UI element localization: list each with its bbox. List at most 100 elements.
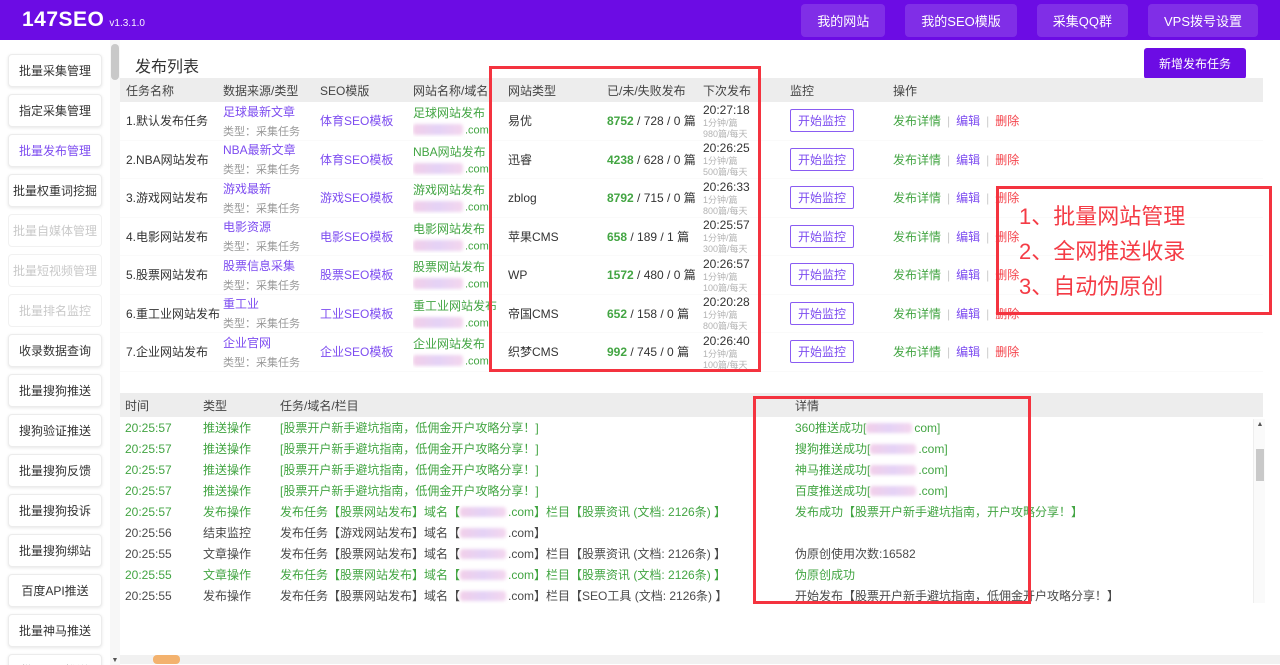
publish-detail-link[interactable]: 发布详情: [893, 191, 941, 205]
header-nav-item[interactable]: 采集QQ群: [1036, 3, 1128, 37]
blurred-domain: [413, 239, 463, 251]
delete-link[interactable]: 删除: [995, 153, 1019, 167]
seo-template-link[interactable]: 体育SEO模板: [320, 114, 393, 128]
edit-link[interactable]: 编辑: [956, 230, 980, 244]
sidebar-item[interactable]: 批量神马推送: [8, 614, 102, 647]
log-type: 结束监控: [203, 526, 252, 540]
site-cell: 重工业网站发布 .com: [413, 297, 508, 330]
publish-detail-link[interactable]: 发布详情: [893, 114, 941, 128]
header-nav-item[interactable]: 我的网站: [801, 3, 886, 37]
log-time: 20:25:55: [125, 546, 172, 561]
start-monitor-button[interactable]: 开始监控: [790, 147, 855, 171]
action-separator: |: [986, 306, 990, 321]
data-source-link[interactable]: 电影资源: [223, 220, 271, 234]
data-source-link[interactable]: 足球最新文章: [223, 105, 295, 119]
sidebar-item: 批量排名监控: [8, 294, 102, 327]
log-scrollbar[interactable]: ▲: [1253, 419, 1265, 603]
delete-link[interactable]: 删除: [995, 114, 1019, 128]
app-header: 147SEO v1.3.1.0 我的网站 我的SEO模版 采集QQ群 VPS拨号设置: [0, 0, 1280, 40]
seo-template-cell: 电影SEO模板: [320, 228, 413, 245]
edit-link[interactable]: 编辑: [956, 345, 980, 359]
sidebar-item[interactable]: 批量搜狗绑站: [8, 534, 102, 567]
publish-rate: 1分钟/篇: [703, 194, 738, 205]
seo-template-link[interactable]: 游戏SEO模板: [320, 191, 393, 205]
start-monitor-button[interactable]: 开始监控: [790, 263, 855, 287]
edit-link[interactable]: 编辑: [956, 307, 980, 321]
brand-version: v1.3.1.0: [109, 18, 145, 29]
log-time: 20:25:55: [125, 588, 172, 603]
new-publish-task-button[interactable]: 新增发布任务: [1143, 48, 1246, 79]
data-source-link[interactable]: 股票信息采集: [223, 259, 295, 273]
sidebar-item[interactable]: 批量采集管理: [8, 54, 102, 87]
sidebar-scrollbar[interactable]: ▼: [110, 40, 120, 665]
column-header: 数据来源/类型: [223, 83, 299, 98]
data-source-type: 类型：采集任务: [223, 241, 300, 254]
seo-template-link[interactable]: 股票SEO模板: [320, 268, 393, 282]
monitor-cell: 开始监控: [790, 263, 893, 287]
edit-link[interactable]: 编辑: [956, 191, 980, 205]
scroll-up-icon[interactable]: ▲: [1254, 421, 1266, 428]
horizontal-scrollbar[interactable]: [120, 655, 1280, 664]
sidebar-item[interactable]: 指定采集管理: [8, 94, 102, 127]
log-task: [股票开户新手避坑指南，低佣金开户攻略分享！]: [280, 442, 539, 456]
start-monitor-button[interactable]: 开始监控: [790, 186, 855, 210]
publish-detail-link[interactable]: 发布详情: [893, 345, 941, 359]
task-name: 1.默认发布任务: [126, 114, 209, 129]
publish-detail-link[interactable]: 发布详情: [893, 268, 941, 282]
start-monitor-button[interactable]: 开始监控: [790, 224, 855, 248]
column-header: SEO模版: [320, 83, 370, 98]
start-monitor-button[interactable]: 开始监控: [790, 109, 855, 133]
next-publish-time: 20:25:57: [703, 218, 750, 233]
delete-link[interactable]: 删除: [995, 230, 1019, 244]
horizontal-scrollbar-thumb[interactable]: [153, 655, 180, 664]
sidebar-item: 批量短视频管理: [8, 254, 102, 287]
sidebar-item[interactable]: 收录数据查询: [8, 334, 102, 367]
log-type: 发布操作: [203, 505, 252, 519]
scroll-down-icon[interactable]: ▼: [110, 657, 120, 664]
sidebar-item[interactable]: 批量搜狗推送: [8, 374, 102, 407]
data-source-link[interactable]: NBA最新文章: [223, 143, 296, 157]
sidebar-item[interactable]: 批量权重词挖掘: [8, 174, 102, 207]
sidebar-item[interactable]: 批量360推送: [8, 654, 102, 665]
site-cell: 股票网站发布 .com: [413, 258, 508, 291]
delete-link[interactable]: 删除: [995, 345, 1019, 359]
seo-template-link[interactable]: 工业SEO模板: [320, 307, 393, 321]
published-count: 1572: [607, 268, 634, 283]
edit-link[interactable]: 编辑: [956, 153, 980, 167]
data-source-cell: 电影资源类型：采集任务: [223, 218, 320, 254]
column-header: 详情: [795, 398, 820, 413]
publish-counts: 658 / 189 / 1 篇: [607, 229, 690, 244]
start-monitor-button[interactable]: 开始监控: [790, 301, 855, 325]
delete-link[interactable]: 删除: [995, 307, 1019, 321]
delete-link[interactable]: 删除: [995, 191, 1019, 205]
data-source-link[interactable]: 游戏最新: [223, 182, 271, 196]
start-monitor-button[interactable]: 开始监控: [790, 340, 855, 364]
data-source-link[interactable]: 企业官网: [223, 336, 271, 350]
header-nav-item[interactable]: 我的SEO模版: [905, 3, 1017, 37]
publish-detail-link[interactable]: 发布详情: [893, 153, 941, 167]
column-header: 网站类型: [508, 83, 557, 98]
seo-template-cell: 股票SEO模板: [320, 266, 413, 283]
log-scrollbar-thumb[interactable]: [1256, 449, 1264, 481]
sidebar-item[interactable]: 批量搜狗反馈: [8, 454, 102, 487]
sidebar-item[interactable]: 批量发布管理: [8, 134, 102, 167]
seo-template-link[interactable]: 企业SEO模板: [320, 345, 393, 359]
seo-template-link[interactable]: 体育SEO模板: [320, 153, 393, 167]
site-domain: .com: [413, 239, 502, 253]
sidebar-item[interactable]: 批量搜狗投诉: [8, 494, 102, 527]
header-nav-item[interactable]: VPS拨号设置: [1147, 3, 1258, 37]
data-source-cell: 股票信息采集 类型：采集任务: [223, 257, 320, 293]
delete-link[interactable]: 删除: [995, 268, 1019, 282]
data-source-link[interactable]: 重工业: [223, 297, 259, 311]
edit-link[interactable]: 编辑: [956, 268, 980, 282]
sidebar-item[interactable]: 百度API推送: [8, 574, 102, 607]
publish-counts: 8752 / 728 / 0 篇: [607, 114, 696, 129]
site-type: 织梦CMS: [508, 345, 559, 360]
publish-detail-link[interactable]: 发布详情: [893, 307, 941, 321]
actions-cell: 发布详情 | 编辑 | 删除: [893, 305, 1263, 322]
seo-template-link[interactable]: 电影SEO模板: [320, 230, 393, 244]
sidebar-scrollbar-thumb[interactable]: [111, 44, 119, 80]
publish-detail-link[interactable]: 发布详情: [893, 230, 941, 244]
sidebar-item[interactable]: 搜狗验证推送: [8, 414, 102, 447]
edit-link[interactable]: 编辑: [956, 114, 980, 128]
